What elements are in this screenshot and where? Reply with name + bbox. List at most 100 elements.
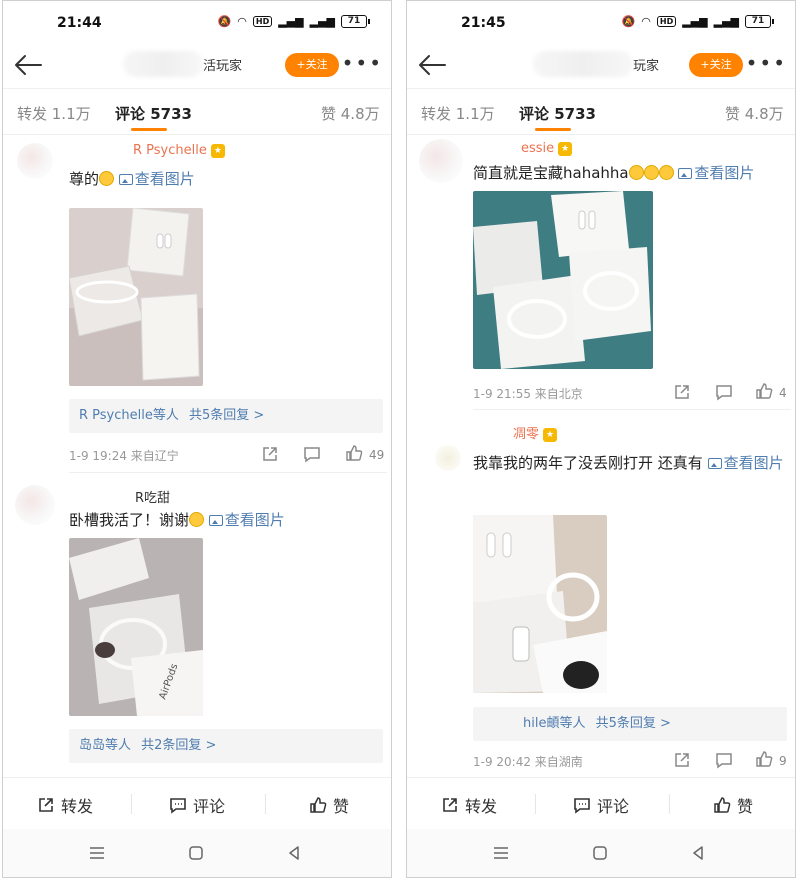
- back-arrow-icon[interactable]: [11, 51, 45, 79]
- blurred-author-name: [123, 51, 203, 77]
- share-icon[interactable]: [261, 445, 279, 463]
- like-icon[interactable]: [755, 382, 773, 400]
- comment-button[interactable]: 评论: [169, 793, 225, 817]
- post-author-title[interactable]: 活玩家: [123, 49, 242, 79]
- repost-button[interactable]: 转发: [37, 793, 93, 817]
- phone-right: 21:45 🔕 ◠ HD ▂▄▆ ▂▄▆ 71 玩家 +关注 ••• 转发 1.…: [406, 0, 796, 878]
- follow-button[interactable]: +关注: [689, 53, 743, 77]
- avatar[interactable]: [419, 139, 463, 183]
- divider: [69, 472, 387, 473]
- tab-likes[interactable]: 赞 4.8万: [725, 103, 784, 124]
- comment-text: 简直就是宝藏hahahha 查看图片: [473, 164, 755, 182]
- status-bar: 21:45 🔕 ◠ HD ▂▄▆ ▂▄▆ 71: [407, 1, 795, 41]
- back-nav-icon[interactable]: [287, 846, 301, 860]
- comment-username[interactable]: 凋零 ★: [513, 423, 558, 442]
- menu-icon[interactable]: [493, 846, 509, 860]
- like-count: 9: [779, 754, 787, 768]
- vip-badge-icon: ★: [543, 427, 558, 442]
- reply-summary[interactable]: hile頔等人 共5条回复 >: [473, 707, 787, 741]
- repost-icon: [443, 798, 457, 812]
- bottom-action-bar: 转发 评论 赞: [3, 777, 391, 829]
- mute-icon: 🔕: [217, 15, 232, 28]
- comment-photo[interactable]: [473, 515, 607, 693]
- comment-icon[interactable]: [715, 751, 733, 769]
- comment-icon[interactable]: [715, 383, 733, 401]
- back-nav-icon[interactable]: [691, 846, 705, 860]
- picture-icon: [707, 458, 722, 469]
- comment-meta: 1-9 20:42 来自湖南: [473, 755, 583, 769]
- home-icon[interactable]: [189, 846, 203, 860]
- comment-text: 尊的 查看图片: [69, 170, 195, 188]
- like-button[interactable]: 赞: [309, 793, 349, 817]
- wifi-icon: ◠: [641, 15, 651, 28]
- comment-icon[interactable]: [303, 445, 321, 463]
- mute-icon: 🔕: [621, 15, 636, 28]
- reply-summary[interactable]: R Psychelle等人 共5条回复 >: [69, 399, 383, 433]
- system-nav-bar: [3, 829, 391, 877]
- avatar[interactable]: [15, 485, 55, 525]
- more-options-icon[interactable]: •••: [342, 51, 383, 75]
- hd-icon: HD: [252, 16, 273, 27]
- avatar[interactable]: [17, 143, 53, 179]
- tab-comments[interactable]: 评论 5733: [115, 103, 192, 124]
- home-icon[interactable]: [593, 846, 607, 860]
- comment-username[interactable]: R Psychelle ★: [133, 143, 225, 158]
- system-nav-bar: [407, 829, 795, 877]
- vip-badge-icon: ★: [210, 143, 225, 158]
- avatar[interactable]: [435, 445, 461, 471]
- crying-emoji-icon: [189, 512, 205, 527]
- like-icon[interactable]: [755, 750, 773, 768]
- repost-button[interactable]: 转发: [441, 793, 497, 817]
- tab-bar: 转发 1.1万 评论 5733 赞 4.8万: [3, 91, 391, 135]
- battery-icon: 71: [341, 15, 370, 28]
- tab-comments[interactable]: 评论 5733: [519, 103, 596, 124]
- reply-summary[interactable]: 岛岛等人 共2条回复 >: [69, 729, 383, 763]
- header: 玩家 +关注 •••: [407, 41, 795, 89]
- tab-likes[interactable]: 赞 4.8万: [321, 103, 380, 124]
- like-icon: [310, 797, 327, 813]
- divider: [131, 794, 132, 814]
- like-button[interactable]: 赞: [713, 793, 753, 817]
- header: 活玩家 +关注 •••: [3, 41, 391, 89]
- menu-icon[interactable]: [89, 846, 105, 860]
- comment-username[interactable]: R吃甜: [135, 487, 170, 506]
- follow-button[interactable]: +关注: [285, 53, 339, 77]
- signal-icon-2: ▂▄▆: [309, 15, 335, 28]
- share-icon[interactable]: [673, 751, 691, 769]
- wifi-icon: ◠: [237, 15, 247, 28]
- see-picture-link[interactable]: 查看图片: [208, 511, 285, 529]
- signal-icon-2: ▂▄▆: [713, 15, 739, 28]
- comment-button[interactable]: 评论: [573, 793, 629, 817]
- comment-meta: 1-9 21:55 来自北京: [473, 387, 583, 401]
- status-bar: 21:44 🔕 ◠ HD ▂▄▆ ▂▄▆ 71: [3, 1, 391, 41]
- back-arrow-icon[interactable]: [415, 51, 449, 79]
- picture-icon: [208, 515, 223, 526]
- comment-photo[interactable]: [69, 208, 203, 386]
- see-picture-link[interactable]: 查看图片: [707, 454, 784, 472]
- comment-text: 卧槽我活了！谢谢 查看图片: [69, 511, 285, 529]
- blurred-author-name: [533, 51, 633, 77]
- emoji-icon: [658, 165, 674, 180]
- more-options-icon[interactable]: •••: [746, 51, 787, 75]
- emoji-icon: [643, 165, 659, 180]
- screenshot-stage: 21:44 🔕 ◠ HD ▂▄▆ ▂▄▆ 71 活玩家 +关注 ••• 转发 1…: [0, 0, 800, 878]
- like-icon[interactable]: [345, 444, 363, 462]
- comment-photo[interactable]: AirPods: [69, 538, 203, 716]
- see-picture-link[interactable]: 查看图片: [678, 164, 754, 182]
- comment-username[interactable]: essie ★: [521, 141, 573, 156]
- emoji-icon: [628, 165, 644, 180]
- like-count: 4: [779, 386, 787, 400]
- picture-icon: [118, 174, 133, 185]
- tab-repost[interactable]: 转发 1.1万: [421, 103, 495, 124]
- share-icon[interactable]: [673, 383, 691, 401]
- see-picture-link[interactable]: 查看图片: [118, 170, 195, 188]
- comment-photo[interactable]: [473, 191, 653, 369]
- comment-text: 我靠我的两年了没丢刚打开 还真有 查看图片: [473, 454, 784, 472]
- post-author-title[interactable]: 玩家: [533, 49, 659, 79]
- tab-active-indicator: [535, 128, 571, 131]
- status-time: 21:45: [461, 15, 506, 31]
- emoji-icon: [99, 171, 115, 186]
- battery-icon: 71: [745, 15, 774, 28]
- like-icon: [714, 797, 731, 813]
- tab-repost[interactable]: 转发 1.1万: [17, 103, 91, 124]
